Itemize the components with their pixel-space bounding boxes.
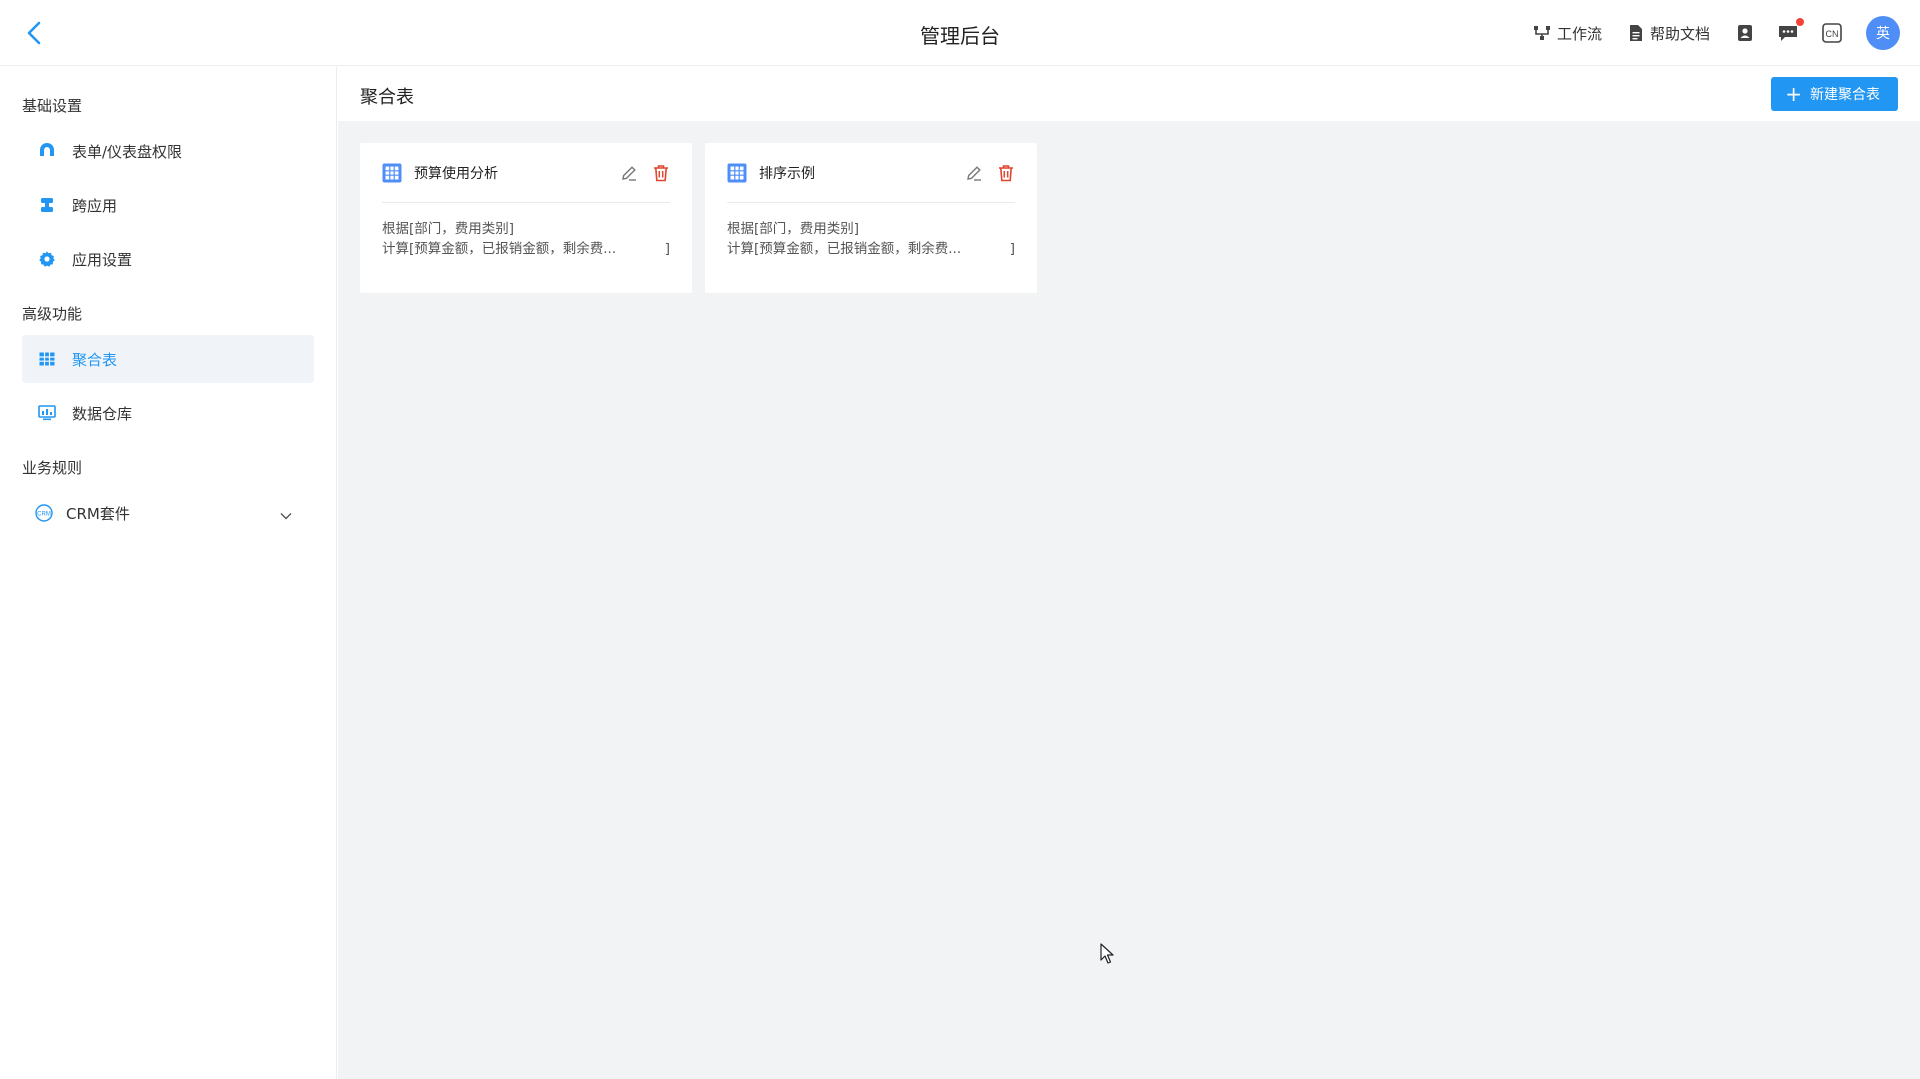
- card-description: 根据[部门，费用类别] 计算[预算金额，已报销金额，剩余费... ]: [382, 203, 670, 259]
- page-title: 聚合表: [360, 87, 414, 108]
- svg-text:CN: CN: [1826, 29, 1839, 39]
- top-header: 管理后台 工作流 帮助文档 CN 英: [0, 0, 1920, 66]
- chat-icon: [1779, 26, 1797, 41]
- aggregate-table-card[interactable]: 排序示例 根据[部门，费用类别] 计算[预算金额，已报销金额，剩余费...]: [705, 143, 1037, 293]
- section-title-business-rules: 业务规则: [22, 459, 83, 477]
- sidebar-item-label: 应用设置: [72, 250, 133, 269]
- sidebar-item-label: 表单/仪表盘权限: [72, 142, 183, 161]
- chevron-down-icon[interactable]: [280, 506, 292, 524]
- delete-icon[interactable]: [997, 164, 1015, 182]
- card-calc: 计算[预算金额，已报销金额，剩余费...: [382, 241, 617, 257]
- card-list: 预算使用分析 根据[部门，费用类别] 计算[预算金额，已报销金额，剩余费... …: [360, 143, 1050, 293]
- edit-icon[interactable]: [965, 164, 983, 182]
- main-content: 聚合表 + 新建聚合表 预算使用分析 根据[部门，费用类别] 计算[预算金额，已…: [338, 67, 1920, 1079]
- sidebar: 基础设置 表单/仪表盘权限 跨应用 应用设置 高级功能 聚合表 数据仓库 业务规…: [0, 67, 337, 1079]
- document-icon: [1629, 25, 1642, 41]
- card-header: 排序示例: [727, 143, 1015, 203]
- sidebar-item-app-settings[interactable]: 应用设置: [22, 235, 314, 283]
- new-button-label: 新建聚合表: [1810, 87, 1880, 103]
- table-icon: [382, 163, 402, 183]
- workflow-link[interactable]: 工作流: [1533, 23, 1602, 44]
- card-group-by: 根据[部门，费用类别]: [382, 221, 515, 237]
- section-title-advanced: 高级功能: [22, 305, 83, 323]
- gear-icon: [38, 250, 56, 268]
- section-title-basic: 基础设置: [22, 97, 83, 115]
- sidebar-item-label: 聚合表: [72, 350, 118, 369]
- card-calc-end: ]: [664, 241, 670, 257]
- table-icon: [727, 163, 747, 183]
- sidebar-item-data-warehouse[interactable]: 数据仓库: [22, 389, 314, 437]
- language-icon: CN: [1822, 23, 1842, 43]
- card-header: 预算使用分析: [382, 143, 670, 203]
- data-warehouse-icon: [38, 404, 56, 422]
- crm-icon: CRM: [34, 504, 54, 522]
- table-icon: [38, 350, 56, 368]
- sidebar-item-cross-app[interactable]: 跨应用: [22, 181, 314, 229]
- sidebar-item-label: 跨应用: [72, 196, 118, 215]
- svg-text:CRM: CRM: [37, 512, 51, 518]
- card-calc-row: 计算[预算金额，已报销金额，剩余费... ]: [727, 239, 1015, 259]
- avatar[interactable]: 英: [1866, 16, 1900, 50]
- mouse-cursor-icon: [1100, 943, 1114, 969]
- card-calc-end: ]: [1009, 241, 1015, 257]
- help-docs-label: 帮助文档: [1649, 24, 1710, 43]
- messages-button[interactable]: [1778, 18, 1804, 42]
- card-title: 预算使用分析: [414, 165, 498, 182]
- notification-dot: [1796, 18, 1804, 26]
- card-description: 根据[部门，费用类别] 计算[预算金额，已报销金额，剩余费... ]: [727, 203, 1015, 259]
- workflow-icon: [1533, 26, 1550, 40]
- cross-app-icon: [38, 196, 56, 214]
- new-aggregate-table-button[interactable]: + 新建聚合表: [1771, 77, 1898, 111]
- edit-icon[interactable]: [620, 164, 638, 182]
- aggregate-table-card[interactable]: 预算使用分析 根据[部门，费用类别] 计算[预算金额，已报销金额，剩余费... …: [360, 143, 692, 293]
- plus-icon: +: [1785, 82, 1802, 106]
- workflow-label: 工作流: [1556, 24, 1602, 43]
- card-calc: 计算[预算金额，已报销金额，剩余费...: [727, 241, 962, 257]
- sidebar-item-aggregate-table[interactable]: 聚合表: [22, 335, 314, 383]
- sidebar-item-label: 数据仓库: [72, 404, 133, 423]
- card-title: 排序示例: [759, 165, 815, 182]
- sidebar-item-crm-suite[interactable]: CRM CRM套件: [22, 489, 314, 537]
- contacts-icon: [1738, 25, 1752, 41]
- delete-icon[interactable]: [652, 164, 670, 182]
- permission-icon: [38, 142, 56, 160]
- sidebar-item-label: CRM套件: [66, 504, 130, 523]
- sidebar-item-form-permissions[interactable]: 表单/仪表盘权限: [22, 127, 314, 175]
- help-docs-link[interactable]: 帮助文档: [1628, 23, 1710, 44]
- card-group-by: 根据[部门，费用类别]: [727, 221, 860, 237]
- contacts-button[interactable]: [1736, 24, 1754, 42]
- content-header: 聚合表 + 新建聚合表: [338, 67, 1920, 121]
- card-calc-row: 计算[预算金额，已报销金额，剩余费... ]: [382, 239, 670, 259]
- language-button[interactable]: CN: [1822, 23, 1842, 43]
- header-actions: 工作流 帮助文档 CN 英: [1533, 16, 1900, 50]
